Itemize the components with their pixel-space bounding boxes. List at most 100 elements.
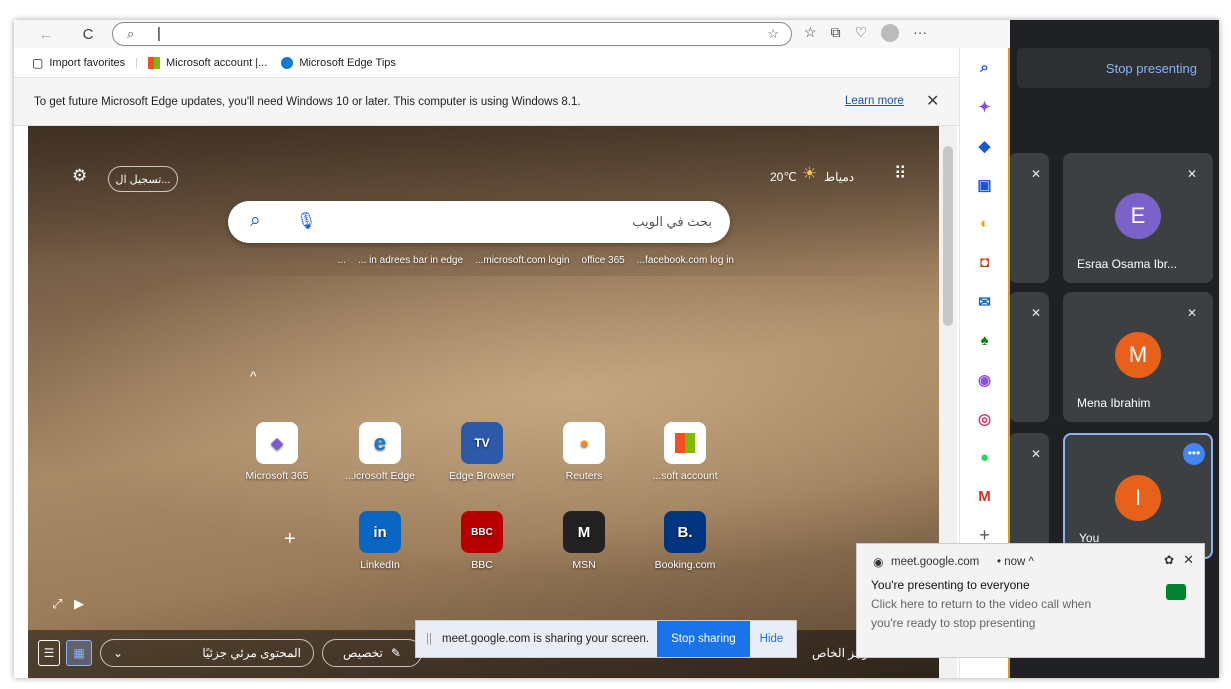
- share-text: meet.google.com is sharing your screen.: [441, 633, 650, 645]
- browser-essentials-icon[interactable]: ♡: [855, 24, 868, 42]
- app-label: ...icrosoft Edge: [344, 470, 416, 482]
- msn-icon: M: [563, 511, 605, 553]
- m365-icon: ◆: [256, 422, 298, 464]
- close-icon[interactable]: ✕: [926, 91, 939, 111]
- weather-temp[interactable]: 20℃: [770, 170, 797, 184]
- list-view-icon[interactable]: ☰: [38, 640, 60, 666]
- more-options-icon[interactable]: •••: [1183, 443, 1205, 465]
- toast-body-line2: you're ready to stop presenting: [871, 616, 1036, 630]
- grid-view-icon[interactable]: ▦: [66, 640, 92, 666]
- drag-handle-icon[interactable]: ||: [426, 633, 432, 645]
- screen-share-bar: || meet.google.com is sharing your scree…: [415, 620, 797, 658]
- mic-off-icon: ✕: [1030, 447, 1041, 461]
- participant-tile-esraa[interactable]: ✕ E Esraa Osama Ibr...: [1063, 153, 1213, 283]
- add-site-icon[interactable]: +: [284, 528, 296, 551]
- app-tile-booking[interactable]: B. Booking.com: [645, 511, 725, 571]
- favorite-import[interactable]: Import favorites: [49, 57, 125, 69]
- search-placeholder: بحث في الويب: [632, 214, 712, 229]
- customize-button[interactable]: تخصيص ✎: [322, 639, 422, 667]
- participant-tile-you[interactable]: ••• I You: [1063, 433, 1213, 559]
- participant-tile: ✕: [1009, 153, 1049, 283]
- tree-icon[interactable]: ♠: [960, 321, 1009, 360]
- app-tile-edge-browser[interactable]: TV Edge Browser: [442, 422, 522, 482]
- settings-gear-icon[interactable]: ⚙: [72, 166, 87, 186]
- instagram-icon[interactable]: ◎: [960, 399, 1009, 438]
- suggestion-item[interactable]: ... in adrees bar in edge: [358, 255, 463, 266]
- participant-tile: ✕: [1009, 433, 1049, 559]
- favorites-bar: ▢ Import favorites | Microsoft account |…: [14, 48, 959, 78]
- stop-presenting-button[interactable]: Stop presenting: [1017, 48, 1211, 88]
- whatsapp-icon[interactable]: ●: [960, 438, 1009, 477]
- app-tile-reuters[interactable]: ● Reuters: [544, 422, 624, 482]
- scrollbar-thumb[interactable]: [943, 146, 953, 326]
- customize-label: تخصيص: [343, 646, 383, 660]
- weather-city[interactable]: دمياط: [824, 170, 854, 184]
- app-tile-m365[interactable]: ◆ Microsoft 365: [237, 422, 317, 482]
- toast-title: You're presenting to everyone: [871, 578, 1030, 592]
- app-label: ...soft account: [652, 470, 718, 482]
- microphone-icon[interactable]: 🎙: [296, 211, 316, 231]
- update-notice-bar: To get future Microsoft Edge updates, yo…: [14, 78, 959, 126]
- suggestion-item[interactable]: ...facebook.com log in: [637, 255, 734, 266]
- suggestion-item[interactable]: office 365: [582, 255, 625, 266]
- gmail-icon[interactable]: M: [960, 477, 1009, 516]
- meet-notification-toast[interactable]: ◉ meet.google.com • now ^ ✿ ✕ You're pre…: [856, 543, 1205, 658]
- web-search-box[interactable]: ⌕ 🎙 بحث في الويب: [228, 201, 730, 243]
- app-tile-linkedin[interactable]: in LinkedIn: [340, 511, 420, 571]
- app-label: MSN: [572, 559, 596, 571]
- linkedin-icon: in: [359, 511, 401, 553]
- app-label: Reuters: [565, 470, 603, 482]
- tools-icon[interactable]: ▣: [960, 165, 1009, 204]
- close-icon[interactable]: ✕: [1183, 552, 1194, 568]
- more-menu-icon[interactable]: ···: [913, 24, 927, 42]
- search-icon[interactable]: ⌕: [960, 48, 1009, 87]
- app-tile-edge[interactable]: e ...icrosoft Edge: [340, 422, 420, 482]
- copilot-icon[interactable]: ✦: [960, 87, 1009, 126]
- favorite-edge-tips[interactable]: Microsoft Edge Tips: [299, 57, 396, 69]
- suggestion-item[interactable]: ...microsoft.com login: [475, 255, 569, 266]
- ms-logo-icon: [664, 422, 706, 464]
- weather-sun-icon: ☀: [802, 164, 818, 183]
- office-icon[interactable]: ◘: [960, 243, 1009, 282]
- app-tile-msn[interactable]: M MSN: [544, 511, 624, 571]
- meet-logo-icon: [1166, 584, 1186, 600]
- app-tile-ms-account[interactable]: ...soft account: [645, 422, 725, 482]
- collapse-chevron-icon[interactable]: ^: [250, 368, 257, 384]
- search-icon[interactable]: ⌕: [250, 210, 261, 232]
- search-icon: ⌕: [127, 26, 135, 41]
- import-icon: ▢: [32, 55, 44, 70]
- play-icon[interactable]: ▶: [74, 596, 84, 612]
- back-arrow-icon[interactable]: ←: [32, 26, 60, 43]
- suggestion-item[interactable]: ...: [338, 255, 346, 266]
- participant-tile-mena[interactable]: ✕ M Mena Ibrahim: [1063, 292, 1213, 422]
- apps-grid-icon[interactable]: ⠿: [894, 164, 906, 184]
- settings-gear-icon[interactable]: ✿: [1164, 553, 1174, 567]
- games-icon[interactable]: ◐: [960, 204, 1009, 243]
- address-bar[interactable]: ⌕ | ☆: [112, 22, 792, 46]
- sign-in-button[interactable]: تسجيل ال...: [108, 166, 178, 192]
- app-label: Edge Browser: [449, 470, 515, 482]
- expand-icon[interactable]: ⤢: [52, 596, 62, 612]
- messenger-icon[interactable]: ◉: [960, 360, 1009, 399]
- favorites-icon[interactable]: ☆: [804, 24, 817, 42]
- toast-source: meet.google.com: [891, 556, 980, 568]
- content-visibility-dropdown[interactable]: ⌄ المحتوى مرئي جزئيًا: [100, 639, 314, 667]
- app-tile-bbc[interactable]: BBC BBC: [442, 511, 522, 571]
- favorite-star-icon[interactable]: ☆: [767, 26, 779, 42]
- app-label: LinkedIn: [360, 559, 400, 571]
- favorite-ms-account[interactable]: Microsoft account |...: [166, 57, 267, 69]
- refresh-icon[interactable]: C: [74, 26, 102, 43]
- tv-icon: TV: [461, 422, 503, 464]
- search-suggestions: ...facebook.com log in office 365 ...mic…: [254, 255, 734, 266]
- hide-button[interactable]: Hide: [760, 633, 784, 645]
- text-cursor: |: [157, 25, 161, 42]
- shopping-tag-icon[interactable]: ◆: [960, 126, 1009, 165]
- stop-sharing-button[interactable]: Stop sharing: [657, 621, 750, 657]
- profile-icon[interactable]: [881, 24, 900, 42]
- mic-off-icon: ✕: [1186, 167, 1197, 181]
- edge-logo-icon: [281, 56, 294, 69]
- app-label: BBC: [471, 559, 493, 571]
- outlook-icon[interactable]: ✉: [960, 282, 1009, 321]
- learn-more-link[interactable]: Learn more: [845, 95, 904, 107]
- collections-icon[interactable]: ⧉: [831, 24, 841, 42]
